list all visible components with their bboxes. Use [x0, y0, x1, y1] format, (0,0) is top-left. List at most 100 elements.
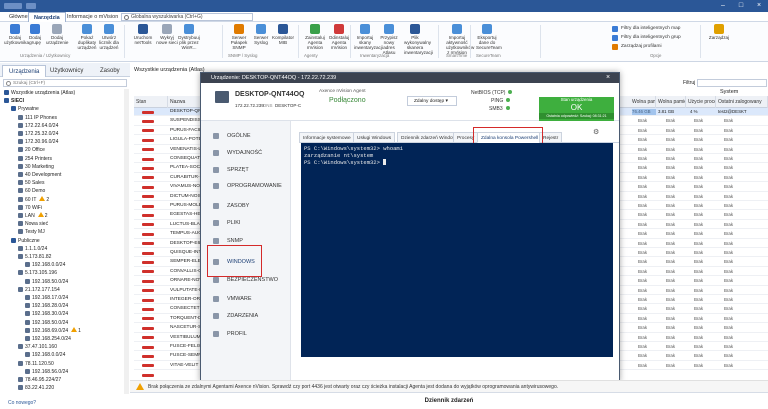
ribbon-button-4[interactable]: Utwórz licznik dla urządzeń	[98, 24, 120, 50]
ribbon-button-15[interactable]: Plik wykonywalny skanera inwentaryzacji	[404, 24, 433, 55]
tree-search-input[interactable]: Szukaj (Ctrl+F)	[3, 79, 127, 87]
ribbon-button-14[interactable]: Przypisz nowy adres Atlasu	[378, 24, 400, 55]
ribbon-button-6[interactable]: Wykryj nowe sieci	[156, 24, 178, 45]
status-indicator-icon	[142, 176, 154, 180]
tree-item[interactable]: 50 Sales	[18, 179, 44, 187]
tab-urzadzenia[interactable]: Urządzenia	[2, 65, 47, 77]
tree-item[interactable]: 5.173.105.196	[18, 269, 57, 277]
sidebar-item-profil[interactable]: PROFIL	[201, 327, 291, 341]
sidebar-item-zasoby[interactable]: ZASOBY	[201, 199, 291, 213]
tree-item[interactable]: Nowa sieć	[18, 220, 48, 228]
ribbon-button-7[interactable]: Dystrybuuj plik przez WinR...	[178, 24, 200, 50]
ribbon-button-13[interactable]: Importuj skany inwentaryzacji	[354, 24, 383, 50]
gear-icon[interactable]: ⚙	[593, 128, 599, 136]
global-search-input[interactable]: Globalna wyszukiwarka (Ctrl+G)	[121, 13, 253, 21]
sidebar-item-vmware[interactable]: VMWARE	[201, 292, 291, 306]
ribbon-button-5[interactable]: Uruchom netTools	[132, 24, 154, 45]
sidebar-item-ogólne[interactable]: OGÓLNE	[201, 129, 291, 143]
sidebar-item-sprzęt[interactable]: SPRZĘT	[201, 163, 291, 177]
col-uzycie-procesora[interactable]: Użycie procesora	[686, 96, 716, 108]
tree-item[interactable]: Prywatne	[11, 105, 39, 113]
tree-item[interactable]: Publiczne	[11, 237, 40, 245]
tree-item[interactable]: 254 Printers	[18, 155, 52, 163]
dialog-tabs: Informacje systemowe Usługi Windows Dzienn…	[299, 131, 619, 143]
tree-item[interactable]: 192.168.50.0/24	[25, 278, 68, 286]
tree-item[interactable]: 111 IP Phones	[18, 114, 57, 122]
ribbon-button-10[interactable]: Kompilator MIB	[272, 24, 294, 45]
remote-access-dropdown[interactable]: Zdalny dostęp ▾	[407, 96, 457, 106]
sidebar-item-pliki[interactable]: PLIKI	[201, 216, 291, 230]
ribbon-button-12[interactable]: Odinstaluj Agenta mVision	[328, 24, 350, 50]
ribbon-button-17[interactable]: Eksportuj dane do SecureTeam	[476, 24, 502, 50]
tree-scrollbar[interactable]	[124, 89, 129, 394]
ribbon-small-button-0[interactable]: Filtry dla inteligentnych map	[612, 25, 680, 33]
ribbon-small-button-2[interactable]: Zarządzaj profilami	[612, 43, 662, 51]
tree-item[interactable]: 192.168.50.0/24	[25, 319, 68, 327]
col-wolna-pamiec[interactable]: Wolna pamięć	[630, 96, 656, 108]
quick-access-icon[interactable]	[26, 3, 36, 9]
tree-item[interactable]: 192.168.56.0/24	[25, 368, 68, 376]
tab-narzedzia[interactable]: Narzędzia	[28, 12, 66, 22]
tree-item[interactable]: 192.168.30.0/24	[25, 310, 68, 318]
ribbon-button-18[interactable]: Zarządzaj	[708, 24, 730, 40]
minimize-button[interactable]: –	[714, 0, 732, 12]
ribbon-small-button-1[interactable]: Filtry dla inteligentnych grup	[612, 34, 681, 42]
tree-item[interactable]: 60 IT 2	[18, 195, 49, 204]
tree-item[interactable]: 21.172.177.154	[18, 286, 60, 294]
tree-item[interactable]: Testy MJ	[18, 228, 45, 236]
tree-item[interactable]: SIECI	[4, 97, 24, 105]
tree-item[interactable]: 172.22.64.0/24	[18, 122, 58, 130]
tree-item[interactable]: 40 Development	[18, 171, 61, 179]
tab-informacje[interactable]: Informacje o mVision	[62, 12, 123, 22]
col-stan[interactable]: Stan	[134, 96, 168, 108]
tree-item[interactable]: 192.168.0.0/24	[25, 261, 65, 269]
status-indicator-icon	[142, 119, 154, 123]
tab-uzytkownicy[interactable]: Użytkownicy	[44, 65, 89, 77]
tree-item[interactable]: 192.168.17.0/24	[25, 294, 68, 302]
ribbon-button-0[interactable]: Dodaj użytkownika	[4, 24, 29, 45]
tree-item[interactable]: Wszystkie urządzenia (Atlas)	[4, 89, 75, 97]
event-log-bar[interactable]: Dziennik zdarzeń	[130, 392, 768, 408]
sidebar-item-zdarzenia[interactable]: ZDARZENIA	[201, 309, 291, 323]
ribbon-button-8[interactable]: Serwer Pułapek SNMP	[228, 24, 250, 50]
close-button[interactable]: ×	[750, 0, 768, 12]
tree-item[interactable]: 192.168.69.0/24 1	[25, 326, 81, 335]
ribbon-button-16[interactable]: Importuj aktywność użytkowników z mVisio…	[446, 24, 474, 55]
tree-item[interactable]: 192.168.28.0/24	[25, 302, 68, 310]
tree-item[interactable]: 30 Marketing	[18, 163, 54, 171]
tree-item[interactable]: LAN 2	[18, 212, 48, 220]
tree-item[interactable]: 78.11.120.50	[18, 360, 54, 368]
ribbon-button-2[interactable]: Dodaj urządzenie	[46, 24, 68, 45]
sidebar-item-wydajność[interactable]: WYDAJNOŚĆ	[201, 146, 291, 160]
tree-item[interactable]: 1.1.1.0/24	[18, 245, 47, 253]
tab-zasoby[interactable]: Zasoby	[94, 65, 126, 77]
ribbon-button-1[interactable]: Dodaj grupę	[24, 24, 46, 45]
tree-item[interactable]: 83.22.41.220	[18, 384, 54, 392]
maximize-button[interactable]: □	[732, 0, 750, 12]
sidebar-item-oprogramowanie[interactable]: OPROGRAMOWANIE	[201, 179, 291, 193]
ribbon-button-3[interactable]: Pokaż duplikaty urządzeń	[76, 24, 98, 50]
dialog-close-button[interactable]: ×	[606, 73, 610, 83]
col-wolna-pamiec-pct[interactable]: Wolna pamięć %	[656, 96, 686, 108]
whats-new-link[interactable]: Co nowego?	[0, 398, 130, 408]
dialog-tab-0[interactable]: Informacje systemowe	[299, 132, 355, 143]
cell-brak: Brak	[666, 250, 676, 255]
powershell-console[interactable]: PS C:\Windows\system32> whoami zarządzan…	[301, 143, 613, 357]
tree-item[interactable]: 172.30.96.0/24	[18, 138, 58, 146]
tree-item-label: 192.168.69.0/24	[32, 327, 69, 334]
ribbon-button-11[interactable]: Zainstaluj Agenta mVision	[304, 24, 326, 50]
tree-item-label: 40 Development	[25, 172, 62, 178]
ribbon-button-9[interactable]: Serwer Syslog	[250, 24, 272, 45]
tree-item[interactable]: 20 Office	[18, 146, 45, 154]
tree-item[interactable]: 78.46.95.224/27	[18, 376, 61, 384]
tree-item[interactable]: 5.173.81.82	[18, 253, 51, 261]
filter-input[interactable]	[697, 79, 767, 87]
tree-item[interactable]: 70 WiFi	[18, 204, 42, 212]
tree-item[interactable]: 60 Demo	[18, 187, 45, 195]
dialog-tab-1[interactable]: Usługi Windows	[353, 132, 396, 143]
tree-item[interactable]: 192.168.0.0/24	[25, 351, 65, 359]
tree-item[interactable]: 192.168.254.0/24	[25, 335, 71, 343]
tree-item[interactable]: 37.47.101.160	[18, 343, 57, 351]
tree-item[interactable]: 172.25.32.0/24	[18, 130, 58, 138]
col-ostatni-zalogowany[interactable]: Ostatni zalogowany	[716, 96, 768, 108]
